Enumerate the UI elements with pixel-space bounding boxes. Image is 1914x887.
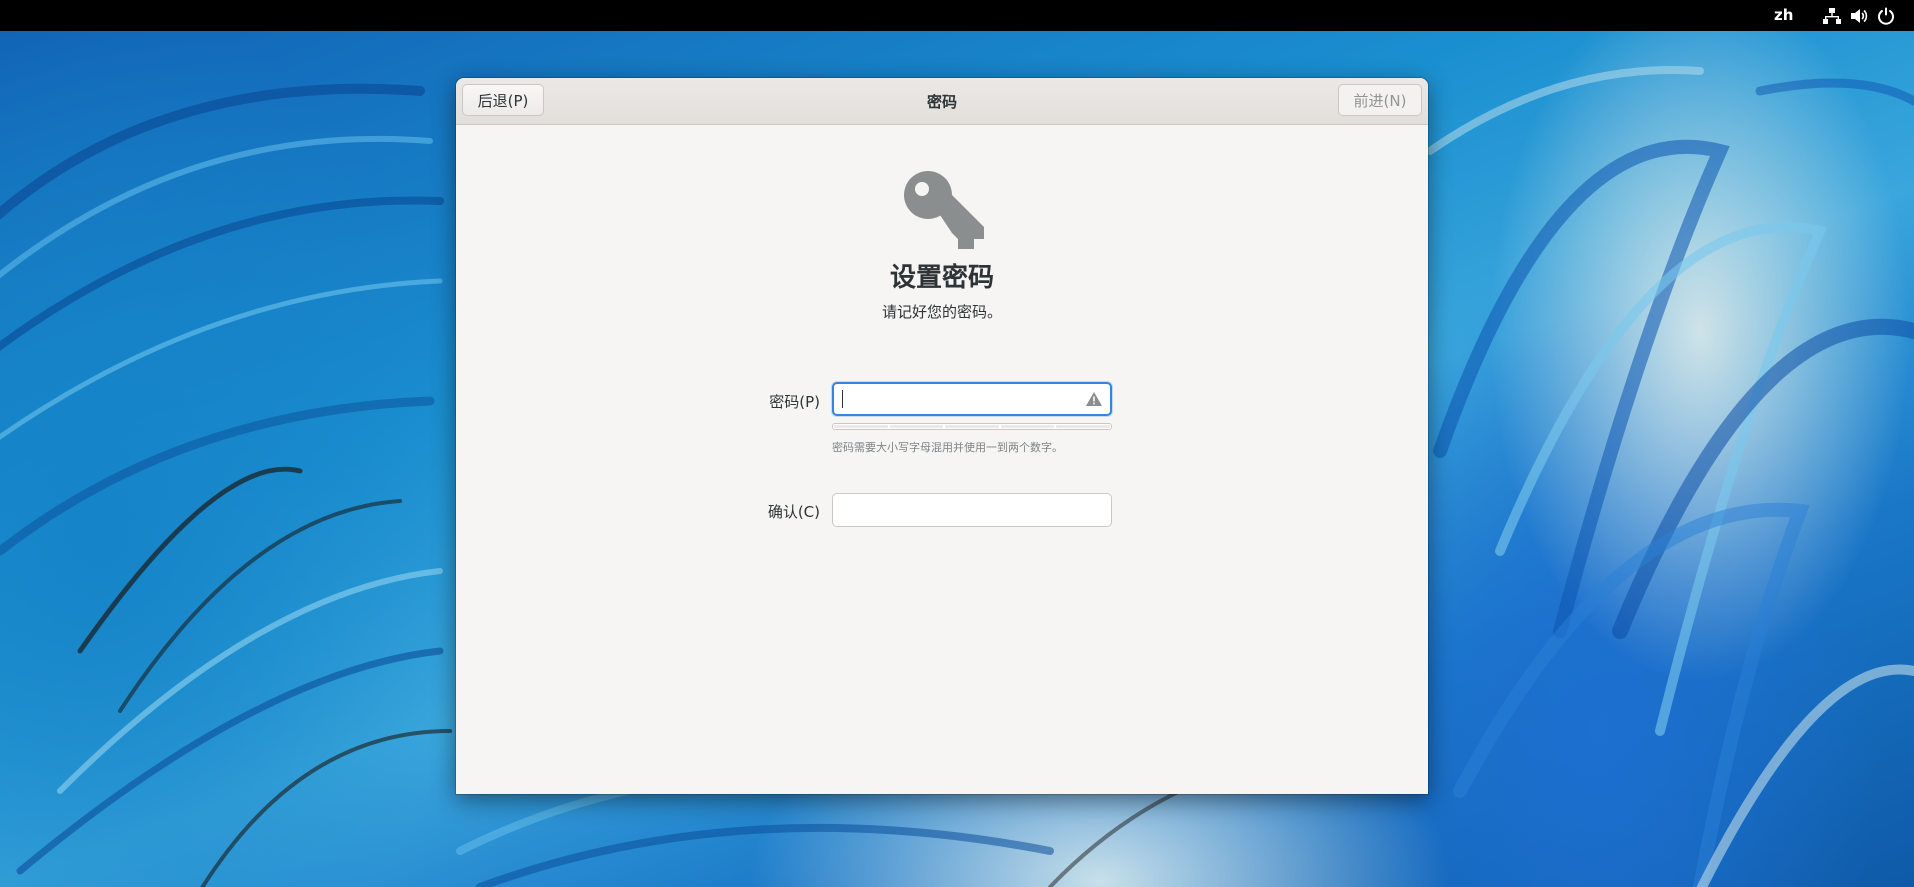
window-title: 密码 (926, 92, 957, 111)
confirm-password-field[interactable] (832, 493, 1112, 527)
page-heading: 设置密码 (889, 263, 994, 293)
network-icon[interactable] (1822, 6, 1842, 26)
page-subtitle: 请记好您的密码。 (881, 303, 1002, 321)
password-hint: 密码需要大小写字母混用并使用一到两个数字。 (832, 441, 1063, 454)
back-button[interactable]: 后退(P) (462, 84, 544, 116)
power-icon[interactable] (1876, 6, 1896, 26)
header-bar: 密码 后退(P) 前进(N) (456, 78, 1428, 125)
text-cursor (842, 390, 843, 408)
password-strength-bar (832, 423, 1112, 430)
top-bar: zh (0, 0, 1914, 31)
volume-icon[interactable] (1849, 6, 1869, 26)
key-icon (904, 171, 984, 249)
confirm-label: 确认(C) (767, 503, 820, 521)
strength-segment (1056, 425, 1110, 428)
strength-segment (945, 425, 999, 428)
password-field[interactable] (832, 382, 1112, 416)
setup-dialog: 密码 后退(P) 前进(N) 设置密码 请记好您的密码。 密码(P) 密码需要大… (456, 78, 1428, 794)
warning-icon[interactable] (1085, 391, 1103, 407)
page-content: 设置密码 请记好您的密码。 密码(P) 密码需要大小写字母混用并使用一到两个数字… (456, 125, 1428, 794)
forward-button[interactable]: 前进(N) (1338, 84, 1422, 116)
strength-segment (834, 425, 888, 428)
language-indicator[interactable]: zh (1774, 6, 1793, 24)
password-label: 密码(P) (769, 393, 820, 411)
strength-segment (1000, 425, 1055, 428)
strength-segment (889, 425, 944, 428)
